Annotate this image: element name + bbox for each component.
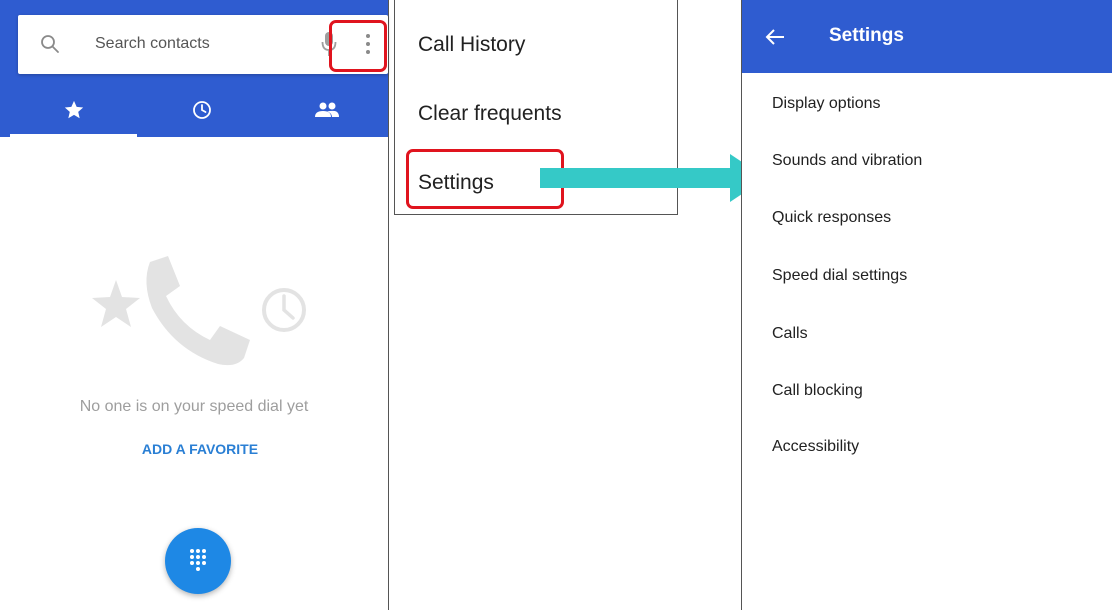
tab-contacts[interactable] xyxy=(268,84,386,136)
search-icon[interactable] xyxy=(40,34,60,54)
setting-quick-responses[interactable]: Quick responses xyxy=(772,209,891,227)
add-favorite-button[interactable]: ADD A FAVORITE xyxy=(0,441,400,457)
dialer-screen: Search contacts No one is on your speed … xyxy=(0,0,389,610)
tab-speed-dial[interactable] xyxy=(15,84,133,136)
selected-tab-indicator xyxy=(10,134,137,137)
settings-screen: Settings Display options Sounds and vibr… xyxy=(741,0,1112,610)
people-icon xyxy=(315,102,339,117)
dialpad-icon xyxy=(190,549,206,571)
arrow-icon xyxy=(540,154,766,202)
search-input[interactable]: Search contacts xyxy=(95,35,210,53)
settings-app-bar: Settings xyxy=(742,0,1112,73)
setting-calls[interactable]: Calls xyxy=(772,325,808,343)
setting-display-options[interactable]: Display options xyxy=(772,95,881,113)
more-options-highlight xyxy=(329,20,387,72)
setting-sounds-and-vibration[interactable]: Sounds and vibration xyxy=(772,152,922,170)
speed-dial-empty-illustration xyxy=(92,256,306,366)
star-icon xyxy=(64,100,84,119)
back-arrow-icon[interactable] xyxy=(765,29,785,45)
tab-recents[interactable] xyxy=(143,84,261,136)
dialpad-button[interactable] xyxy=(165,528,231,594)
setting-call-blocking[interactable]: Call blocking xyxy=(772,382,863,400)
menu-item-clear-frequents[interactable]: Clear frequents xyxy=(418,102,562,126)
empty-state-message: No one is on your speed dial yet xyxy=(79,398,309,415)
setting-accessibility[interactable]: Accessibility xyxy=(772,438,859,456)
menu-item-call-history[interactable]: Call History xyxy=(418,33,525,57)
setting-speed-dial-settings[interactable]: Speed dial settings xyxy=(772,267,907,285)
clock-icon xyxy=(193,101,211,119)
settings-title: Settings xyxy=(829,25,904,46)
